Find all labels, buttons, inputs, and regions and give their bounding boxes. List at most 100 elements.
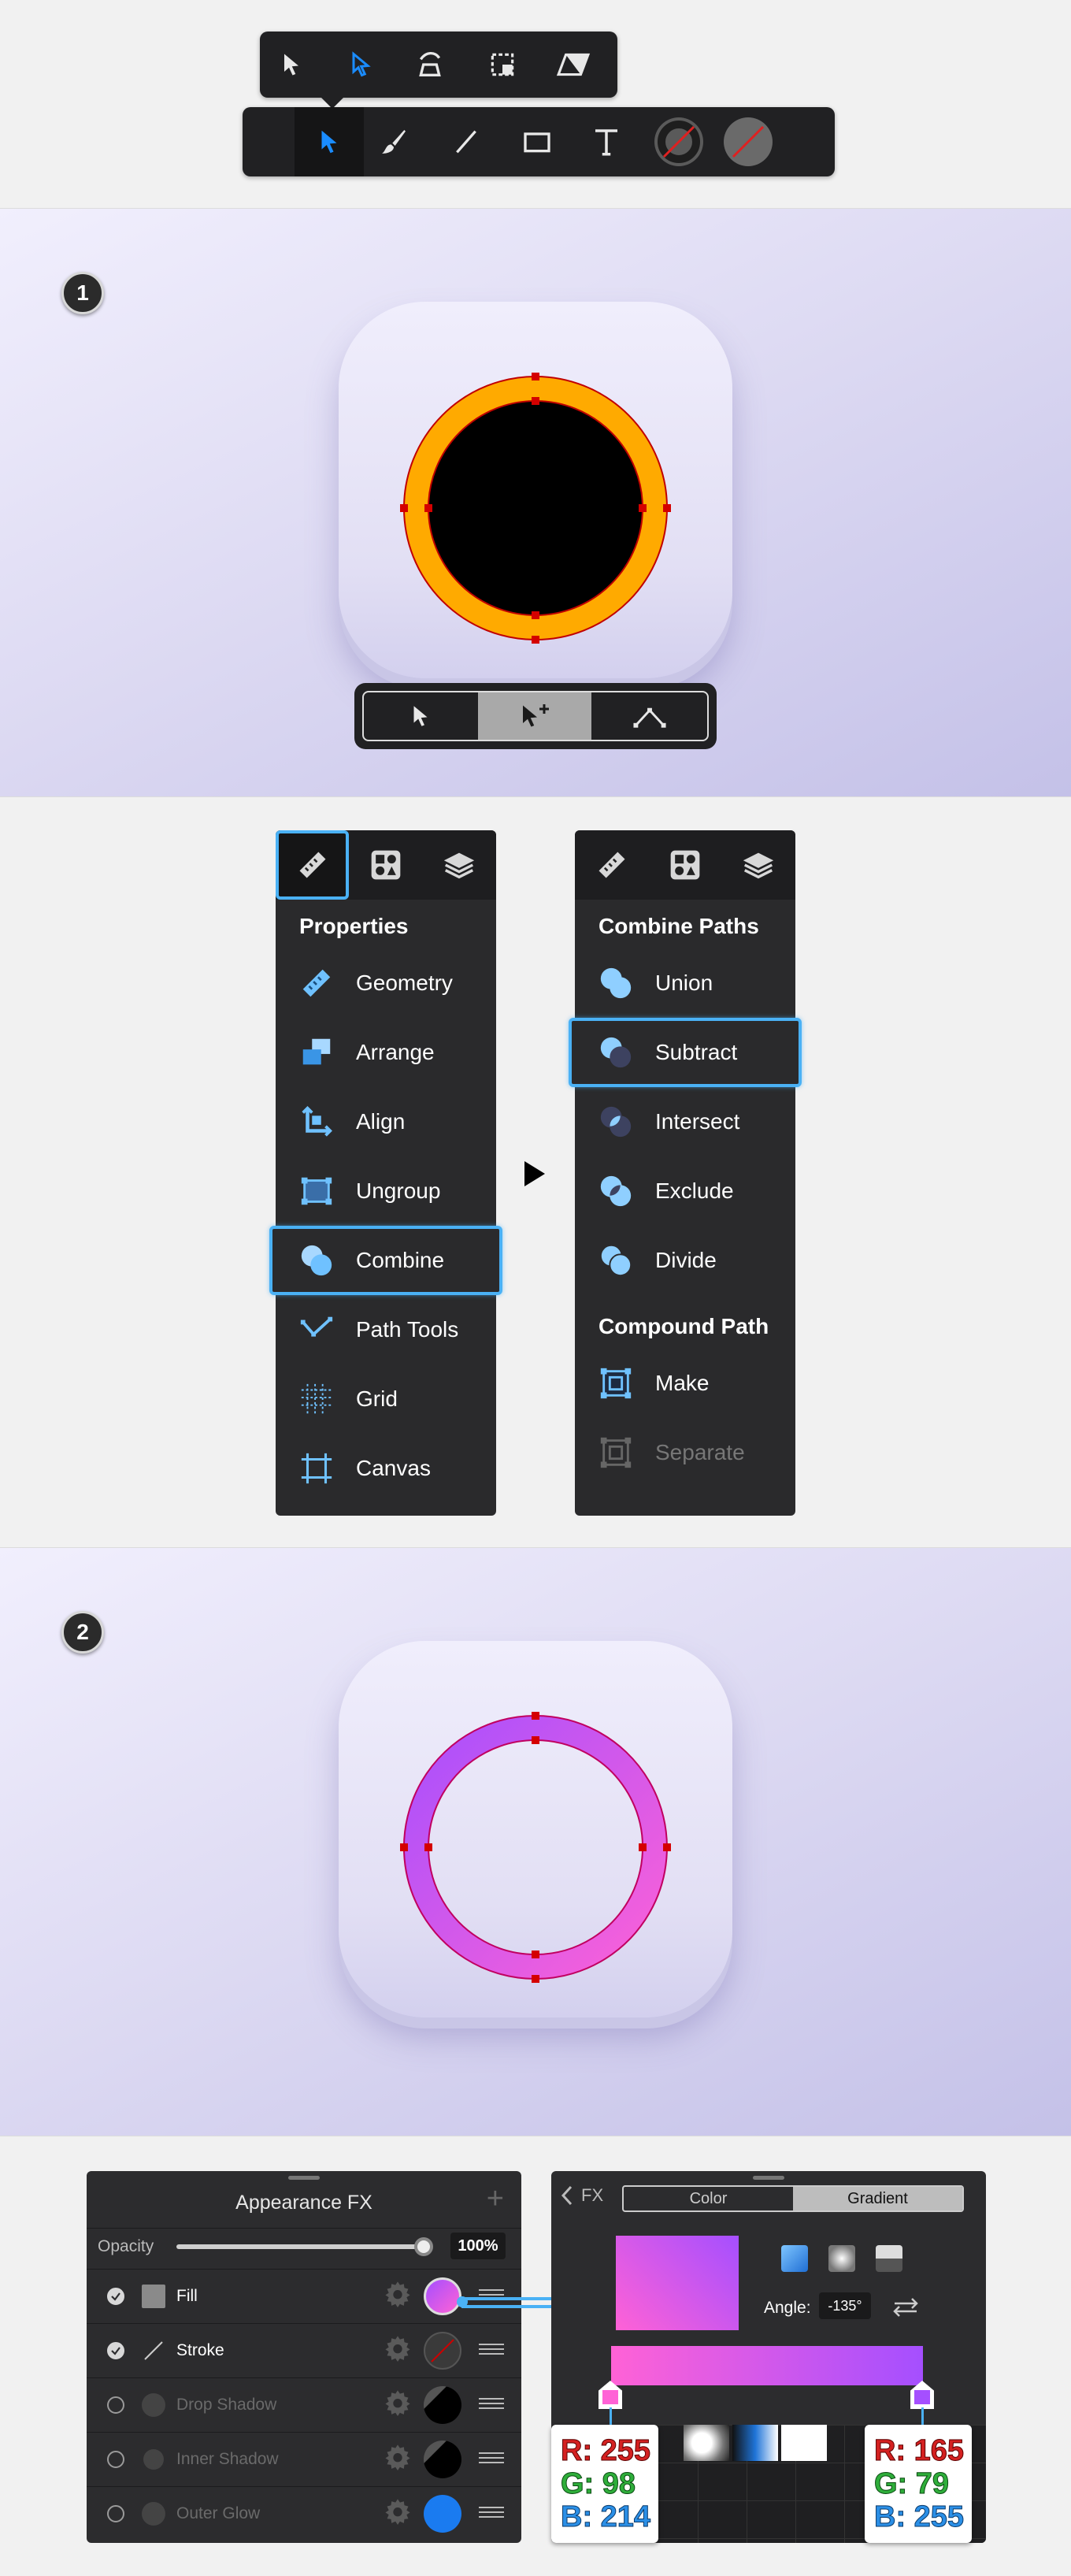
- blue-value: B: 214: [561, 2500, 651, 2534]
- stroke-icon: [142, 2339, 165, 2363]
- menu-item-label: Align: [356, 1109, 406, 1134]
- line-tool-button[interactable]: [443, 118, 490, 165]
- transform-tool-button[interactable]: [406, 41, 454, 88]
- select-add-button[interactable]: [477, 692, 592, 740]
- tab-assets[interactable]: [648, 830, 721, 900]
- menu-item-align[interactable]: Align: [276, 1087, 496, 1156]
- tab-layers[interactable]: [722, 830, 795, 900]
- effect-row-outer-glow[interactable]: Outer Glow: [87, 2486, 521, 2541]
- select-button[interactable]: [364, 692, 478, 740]
- gradient-bar[interactable]: [611, 2346, 923, 2385]
- effect-row-drop-shadow[interactable]: Drop Shadow: [87, 2377, 521, 2432]
- tab-layers[interactable]: [423, 830, 496, 900]
- radial-gradient-button[interactable]: [828, 2245, 855, 2272]
- effect-row-inner-shadow[interactable]: Inner Shadow: [87, 2432, 521, 2486]
- effect-swatch[interactable]: [424, 2386, 461, 2424]
- brush-tool-button[interactable]: [370, 118, 417, 165]
- preset-swatch[interactable]: [781, 2425, 827, 2461]
- menu-item-union[interactable]: Union: [575, 948, 795, 1018]
- add-effect-button[interactable]: +: [487, 2182, 504, 2216]
- menu-item-make[interactable]: Make: [575, 1349, 795, 1418]
- back-button[interactable]: FX: [561, 2185, 603, 2206]
- tab-assets[interactable]: [349, 830, 422, 900]
- skew-tool-button[interactable]: [550, 41, 597, 88]
- gear-icon[interactable]: [384, 2444, 411, 2475]
- drop-shadow-icon: [142, 2393, 165, 2417]
- effect-row-fill[interactable]: Fill: [87, 2269, 521, 2323]
- gear-icon[interactable]: [384, 2281, 411, 2312]
- separate-icon: [592, 1429, 639, 1476]
- menu-item-label: Arrange: [356, 1040, 435, 1064]
- opacity-value[interactable]: 100%: [450, 2233, 506, 2259]
- outer-glow-icon: [142, 2502, 165, 2526]
- node-tool-button[interactable]: [295, 107, 364, 176]
- reorder-handle-icon[interactable]: [479, 2341, 504, 2360]
- tab-color[interactable]: Color: [624, 2187, 793, 2210]
- effect-label: Drop Shadow: [176, 2396, 277, 2414]
- menu-item-canvas[interactable]: Canvas: [276, 1434, 496, 1503]
- conical-gradient-button[interactable]: [876, 2245, 902, 2272]
- ring-shape[interactable]: [394, 366, 677, 650]
- linear-gradient-button[interactable]: [781, 2245, 808, 2272]
- tab-properties[interactable]: [276, 830, 350, 900]
- layers-icon: [743, 852, 774, 879]
- menu-item-geometry[interactable]: Geometry: [276, 948, 496, 1018]
- gear-icon[interactable]: [384, 2389, 411, 2421]
- text-tool-button[interactable]: [583, 118, 630, 165]
- effect-swatch[interactable]: [424, 2495, 461, 2533]
- sub-tool-bar: [260, 32, 617, 109]
- menu-item-grid[interactable]: Grid: [276, 1364, 496, 1434]
- gradient-ring-shape[interactable]: [394, 1706, 677, 1989]
- enable-checkbox[interactable]: [107, 2505, 124, 2522]
- menu-item-label: Grid: [356, 1386, 398, 1411]
- opacity-slider[interactable]: [176, 2244, 424, 2249]
- enable-checkbox[interactable]: [107, 2396, 124, 2414]
- reorder-handle-icon[interactable]: [479, 2287, 504, 2306]
- tab-properties[interactable]: [575, 830, 648, 900]
- menu-item-subtract[interactable]: Subtract: [569, 1018, 802, 1087]
- enable-checkbox[interactable]: [107, 2342, 124, 2359]
- enable-checkbox[interactable]: [107, 2451, 124, 2468]
- rectangle-tool-button[interactable]: [513, 118, 561, 165]
- menu-item-exclude[interactable]: Exclude: [575, 1156, 795, 1226]
- preset-swatch[interactable]: [684, 2425, 729, 2461]
- menu-item-label: Exclude: [655, 1179, 734, 1203]
- effect-swatch[interactable]: [424, 2441, 461, 2478]
- menu-item-ungroup[interactable]: Ungroup: [276, 1156, 496, 1226]
- node-icon: [633, 707, 666, 728]
- menu-item-combine[interactable]: Combine: [269, 1226, 502, 1295]
- menu-item-arrange[interactable]: Arrange: [276, 1018, 496, 1087]
- preset-swatch[interactable]: [732, 2425, 778, 2461]
- enable-checkbox[interactable]: [107, 2288, 124, 2305]
- tab-gradient[interactable]: Gradient: [793, 2187, 962, 2210]
- crop-tool-button[interactable]: [479, 41, 526, 88]
- gear-icon[interactable]: [384, 2498, 411, 2530]
- effect-swatch[interactable]: [424, 2332, 461, 2370]
- effect-row-stroke[interactable]: Stroke: [87, 2323, 521, 2377]
- compound-heading: Compound Path: [598, 1314, 769, 1338]
- gradient-preview: [616, 2236, 739, 2330]
- menu-item-path-tools[interactable]: Path Tools: [276, 1295, 496, 1364]
- arrow-icon: [284, 54, 298, 76]
- menu-item-intersect[interactable]: Intersect: [575, 1087, 795, 1156]
- connector-line: [461, 2305, 556, 2308]
- direct-select-tool-button[interactable]: [337, 41, 384, 88]
- swap-icon[interactable]: [888, 2294, 923, 2321]
- menu-item-divide[interactable]: Divide: [575, 1226, 795, 1295]
- fill-swatch-button[interactable]: [652, 115, 706, 169]
- reorder-handle-icon[interactable]: [479, 2396, 504, 2415]
- reorder-handle-icon[interactable]: [479, 2450, 504, 2469]
- node-edit-button[interactable]: [591, 692, 707, 740]
- step-badge: 2: [61, 1611, 104, 1654]
- stroke-swatch-button[interactable]: [721, 115, 775, 169]
- move-tool-button[interactable]: [268, 41, 315, 88]
- opacity-slider-knob[interactable]: [414, 2237, 433, 2256]
- drag-handle[interactable]: [753, 2176, 784, 2180]
- drag-handle[interactable]: [288, 2176, 320, 2180]
- subtract-icon: [592, 1029, 639, 1076]
- angle-field[interactable]: -135°: [819, 2292, 871, 2319]
- gear-icon[interactable]: [384, 2335, 411, 2366]
- menu-item-separate[interactable]: Separate: [575, 1418, 795, 1487]
- reorder-handle-icon[interactable]: [479, 2504, 504, 2523]
- effect-swatch[interactable]: [424, 2277, 461, 2315]
